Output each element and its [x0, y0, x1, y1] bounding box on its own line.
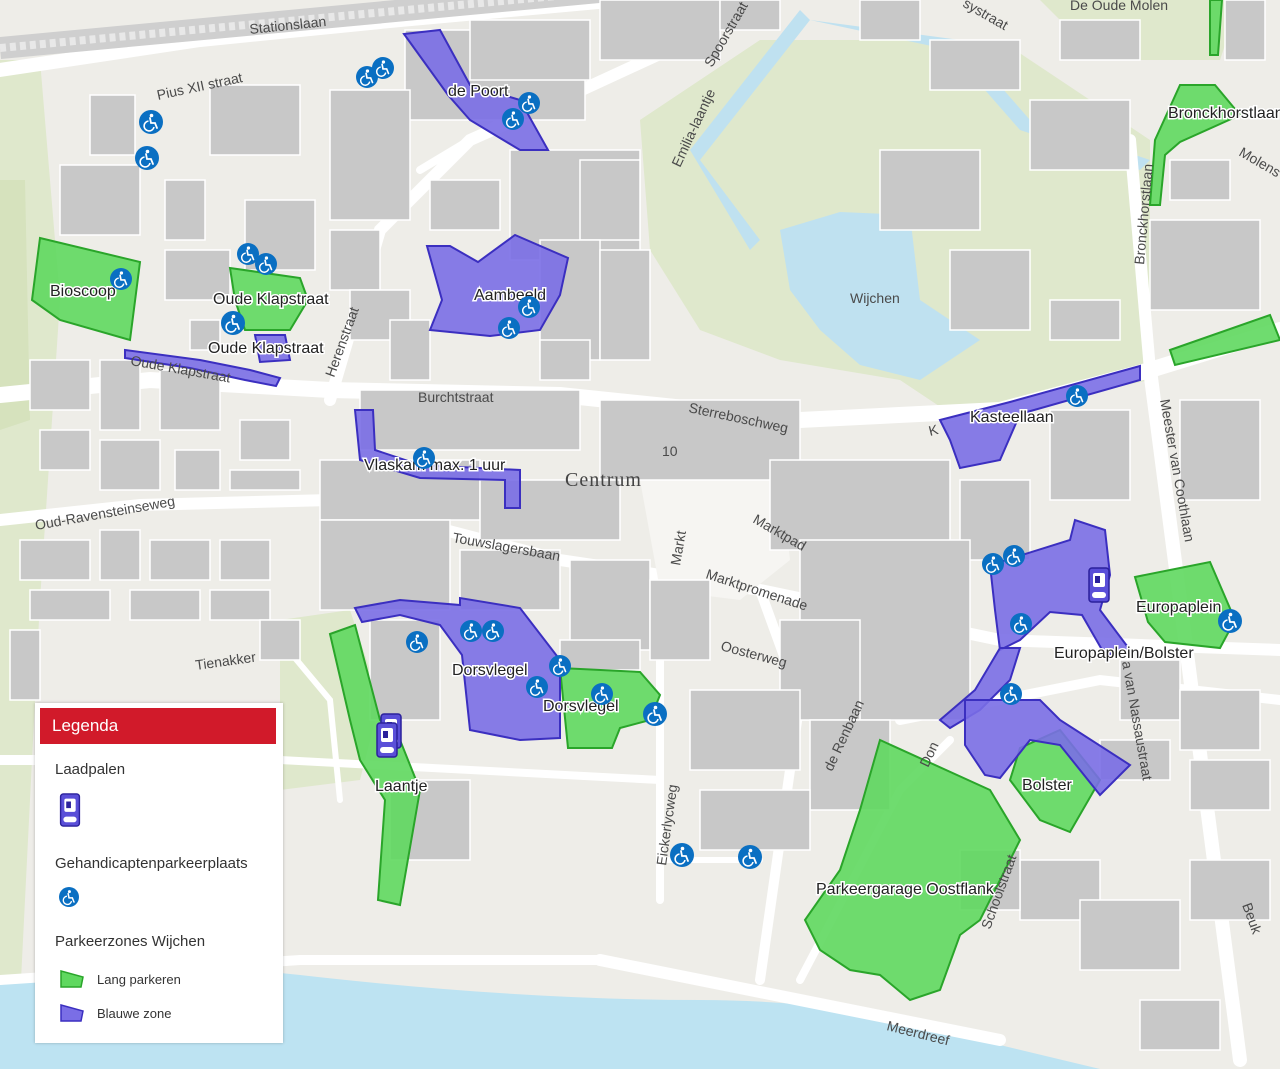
wheelchair-icon[interactable]	[221, 311, 245, 335]
wheelchair-icon[interactable]	[372, 57, 394, 79]
wheelchair-icon[interactable]	[498, 317, 520, 339]
wheelchair-icon	[59, 887, 79, 907]
wheelchair-icon[interactable]	[1010, 613, 1032, 635]
charging-station-icon	[59, 793, 81, 827]
wheelchair-icon[interactable]	[413, 447, 435, 469]
wheelchair-icon[interactable]	[135, 146, 159, 170]
legend-item-blauwe-zone: Blauwe zone	[59, 1003, 171, 1023]
legend-section-gehandicapten: Gehandicaptenparkeerplaats	[55, 855, 248, 872]
wheelchair-icon[interactable]	[738, 845, 762, 869]
zone-label: Europaplein/Bolster	[1054, 645, 1194, 662]
zone-label: Parkeergarage Oostflank	[816, 881, 995, 898]
place-label-centrum: Centrum	[565, 469, 642, 491]
legend-section-parkeerzones: Parkeerzones Wijchen	[55, 933, 206, 950]
blue-zone-swatch	[60, 1004, 84, 1022]
legend-section-laadpalen: Laadpalen	[55, 761, 126, 778]
wheelchair-icon[interactable]	[526, 676, 548, 698]
wheelchair-icon[interactable]	[670, 843, 694, 867]
legend-title: Legenda	[40, 708, 276, 744]
zone-label: Bronckhorstlaan	[1168, 105, 1280, 122]
charging-station-icon[interactable]	[1088, 567, 1110, 603]
wheelchair-icon[interactable]	[139, 110, 163, 134]
wheelchair-icon[interactable]	[1000, 683, 1022, 705]
wheelchair-icon[interactable]	[406, 631, 428, 653]
wheelchair-icon[interactable]	[502, 108, 524, 130]
legend-label-blauwe-zone: Blauwe zone	[97, 1005, 172, 1021]
wheelchair-icon[interactable]	[1218, 609, 1242, 633]
place-label: Wijchen	[850, 290, 900, 306]
wheelchair-icon[interactable]	[643, 702, 667, 726]
legend-item-laadpaal	[59, 793, 81, 827]
legend-label-lang-parkeren: Lang parkeren	[97, 971, 181, 987]
wheelchair-icon[interactable]	[1003, 545, 1025, 567]
wheelchair-icon[interactable]	[255, 253, 277, 275]
legend-item-gehandicapten	[59, 887, 79, 907]
zone-label: Bolster	[1022, 777, 1072, 794]
zone-label: Kasteellaan	[970, 409, 1054, 426]
legend-panel: Legenda Laadpalen Gehandicaptenparkeerpl…	[35, 703, 283, 1043]
zone-label: Oude Klapstraat	[208, 340, 324, 357]
wheelchair-icon[interactable]	[1066, 385, 1088, 407]
wheelchair-icon[interactable]	[518, 92, 540, 114]
street-label: 10	[662, 443, 678, 459]
zone-label: Laantje	[375, 778, 428, 795]
zone-label: Bioscoop	[50, 283, 116, 300]
wheelchair-icon[interactable]	[518, 296, 540, 318]
zone-label: de Poort	[448, 83, 509, 100]
legend-item-lang-parkeren: Lang parkeren	[59, 969, 181, 989]
wheelchair-icon[interactable]	[982, 553, 1004, 575]
wheelchair-icon[interactable]	[460, 620, 482, 642]
wheelchair-icon[interactable]	[591, 683, 613, 705]
zone-label: Dorsvlegel	[452, 662, 528, 679]
wheelchair-icon[interactable]	[549, 655, 571, 677]
wheelchair-icon[interactable]	[110, 268, 132, 290]
charging-station-icon[interactable]	[376, 722, 398, 758]
place-label: De Oude Molen	[1070, 0, 1168, 13]
zone-label: Oude Klapstraat	[213, 291, 329, 308]
street-label: Burchtstraat	[418, 389, 494, 405]
wheelchair-icon[interactable]	[482, 620, 504, 642]
zone-label: Vlaskam max. 1 uur	[364, 457, 506, 474]
zone-label: Europaplein	[1136, 599, 1221, 616]
green-zone-swatch	[60, 970, 84, 988]
